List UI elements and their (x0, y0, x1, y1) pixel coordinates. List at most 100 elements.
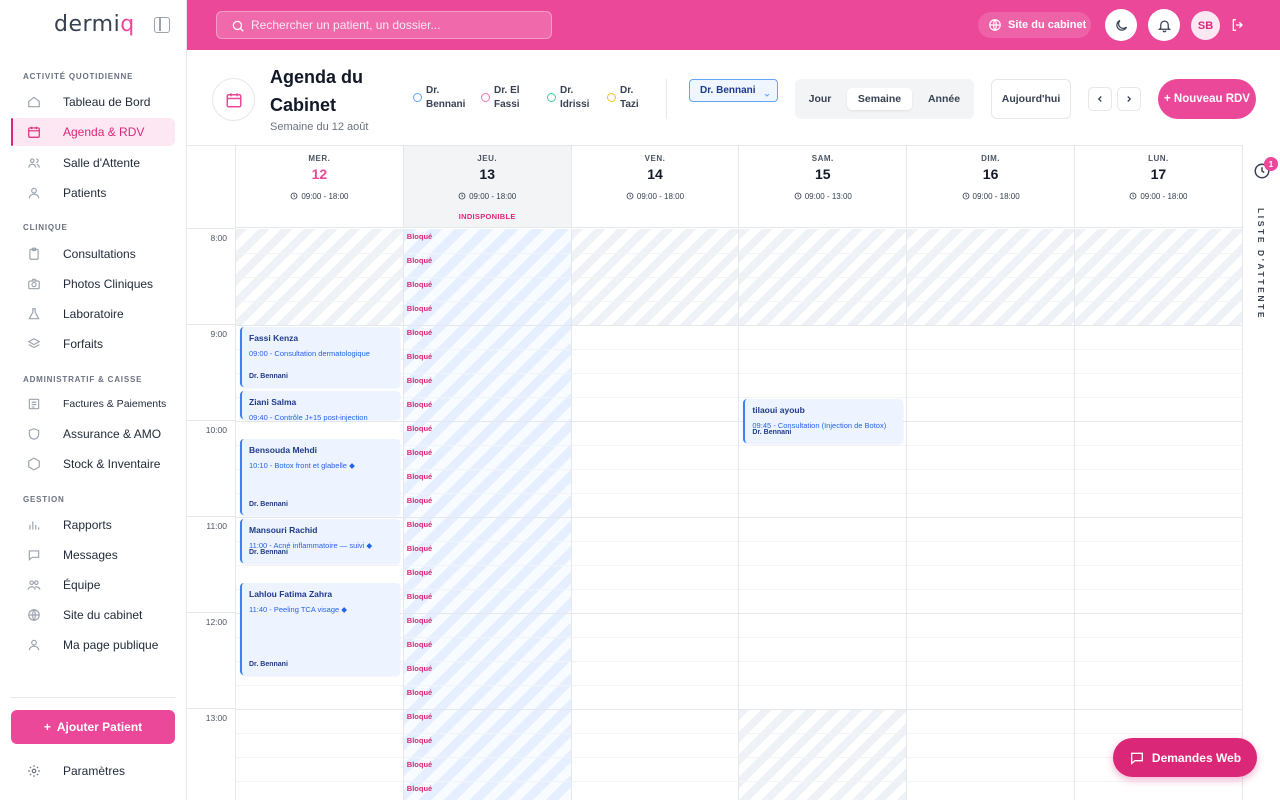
day-number: 12 (311, 166, 328, 182)
web-requests-button[interactable]: Demandes Web (1113, 738, 1257, 777)
sidebar-item-15[interactable]: Ma page publique (11, 631, 175, 659)
day-header[interactable]: SAM. 15 09:00 - 13:00 (738, 146, 907, 228)
logout-icon[interactable] (1230, 17, 1246, 33)
sidebar-section-label: CLINIQUE (23, 223, 68, 232)
sidebar-item-4[interactable]: Consultations (11, 240, 175, 268)
grid-line (739, 589, 907, 590)
day-header[interactable]: VEN. 14 09:00 - 18:00 (570, 146, 739, 228)
grid-line (571, 685, 739, 686)
grid-line (403, 565, 571, 566)
sidebar-item-3[interactable]: Patients (11, 179, 175, 207)
grid-line (1075, 373, 1242, 374)
search-input[interactable] (251, 12, 541, 38)
grid-line (403, 781, 571, 782)
prev-week-button[interactable] (1088, 87, 1112, 111)
waiting-list-panel[interactable]: 1 LISTE D'ATTENTE (1242, 145, 1280, 800)
grid-line (571, 349, 739, 350)
today-button[interactable]: Aujourd'hui (991, 79, 1071, 119)
site-cabinet-button[interactable]: Site du cabinet (978, 12, 1091, 38)
day-header[interactable]: MER. 12 09:00 - 18:00 (235, 146, 403, 228)
sidebar-item-settings[interactable]: Paramètres (11, 757, 175, 785)
waiting-list-label: LISTE D'ATTENTE (1256, 208, 1266, 321)
layers-icon (27, 338, 41, 349)
day-name: VEN. (644, 154, 666, 163)
appointment-card[interactable]: Ziani Salma 09:40 - Contrôle J+15 post-in… (240, 391, 400, 422)
blocked-slot-label: Bloqué (406, 664, 433, 673)
grid-line (403, 637, 571, 638)
grid-line (236, 709, 403, 710)
day-header[interactable]: JEU. 13 09:00 - 18:00 INDISPONIBLE (402, 146, 571, 228)
plus-icon: + (43, 720, 51, 734)
sidebar-item-7[interactable]: Forfaits (11, 330, 175, 358)
blocked-slot-label: Bloqué (406, 448, 433, 457)
user-avatar[interactable]: SB (1191, 11, 1220, 40)
sidebar-item-0[interactable]: Tableau de Bord (11, 88, 175, 116)
sidebar-item-9[interactable]: Assurance & AMO (11, 420, 175, 448)
grid-line (907, 517, 1074, 518)
sidebar-item-2[interactable]: Salle d'Attente (11, 149, 175, 177)
message-icon (1130, 752, 1143, 765)
blocked-slot-label: Bloqué (406, 304, 433, 313)
appointment-card[interactable]: Fassi Kenza 09:00 - Consultation dermatol… (240, 327, 400, 387)
doctor-select[interactable]: Dr. Bennani (689, 79, 778, 102)
sidebar-item-12[interactable]: Messages (11, 541, 175, 569)
day-name: MER. (308, 154, 331, 163)
blocked-slot-label: Bloqué (406, 568, 433, 577)
view-day-button[interactable]: Jour (795, 88, 845, 110)
appointment-card[interactable]: Lahlou Fatima Zahra 11:40 - Peeling TCA v… (240, 583, 400, 675)
grid-line (236, 733, 403, 734)
sidebar-item-label: Laboratoire (63, 307, 124, 321)
view-week-button[interactable]: Semaine (847, 88, 912, 110)
grid-line (187, 708, 235, 709)
day-column[interactable] (570, 229, 739, 800)
appointment-card[interactable]: tilaoui ayoub 09:45 - Consultation (Injec… (743, 399, 904, 443)
sidebar-item-13[interactable]: Équipe (11, 571, 175, 599)
team-icon (27, 580, 41, 590)
day-column[interactable]: Fassi Kenza 09:00 - Consultation dermatol… (235, 229, 403, 800)
day-header[interactable]: DIM. 16 09:00 - 18:00 (906, 146, 1074, 228)
notifications-button[interactable] (1148, 9, 1180, 41)
day-header[interactable]: LUN. 17 09:00 - 18:00 (1074, 146, 1242, 228)
sidebar-item-label: Factures & Paiements (63, 398, 167, 410)
grid-line (739, 685, 907, 686)
sidebar-item-5[interactable]: Photos Cliniques (11, 270, 175, 298)
day-column[interactable]: Bloqué Bloqué Bloqué Bloqué Bloqué Bloqué Bloq… (402, 229, 571, 800)
sidebar-item-11[interactable]: Rapports (11, 511, 175, 539)
appointment-card[interactable]: Bensouda Mehdi 10:10 - Botox front et gla… (240, 439, 400, 515)
sidebar-collapse-icon[interactable] (154, 17, 170, 33)
grid-line (907, 301, 1074, 302)
day-column[interactable] (1074, 229, 1242, 800)
grid-line (403, 661, 571, 662)
day-column[interactable]: tilaoui ayoub 09:45 - Consultation (Injec… (738, 229, 907, 800)
clock-icon (962, 192, 969, 200)
sidebar-item-8[interactable]: Factures & Paiements (11, 390, 175, 418)
grid-line (739, 325, 907, 326)
time-label: 11:00 (206, 521, 227, 531)
header-divider (666, 79, 667, 119)
grid-line (1075, 565, 1242, 566)
grid-line (739, 661, 907, 662)
sidebar-item-10[interactable]: Stock & Inventaire (11, 450, 175, 478)
new-appointment-button[interactable]: + Nouveau RDV (1158, 79, 1256, 119)
grid-line (739, 277, 907, 278)
day-column[interactable] (906, 229, 1074, 800)
grid-line (571, 277, 739, 278)
sidebar-item-label: Consultations (63, 247, 136, 261)
dark-mode-button[interactable] (1105, 9, 1137, 41)
add-patient-button[interactable]: + Ajouter Patient (11, 710, 175, 744)
grid-line (1075, 709, 1242, 710)
view-year-button[interactable]: Année (919, 88, 969, 110)
day-name: LUN. (1148, 154, 1169, 163)
sidebar-item-6[interactable]: Laboratoire (11, 300, 175, 328)
appointment-card[interactable]: Mansouri Rachid 11:00 - Acné inflammatoir… (240, 519, 400, 563)
blocked-slot-label: Bloqué (406, 784, 433, 793)
sidebar-item-1[interactable]: Agenda & RDV (11, 118, 175, 146)
app-logo[interactable]: dermiq (54, 12, 135, 37)
grid-line (739, 709, 907, 710)
sidebar-item-14[interactable]: Site du cabinet (11, 601, 175, 629)
grid-line (1075, 613, 1242, 614)
grid-line (1075, 517, 1242, 518)
grid-line (907, 757, 1074, 758)
next-week-button[interactable] (1117, 87, 1141, 111)
appointment-doctor: Dr. Bennani (249, 501, 288, 508)
